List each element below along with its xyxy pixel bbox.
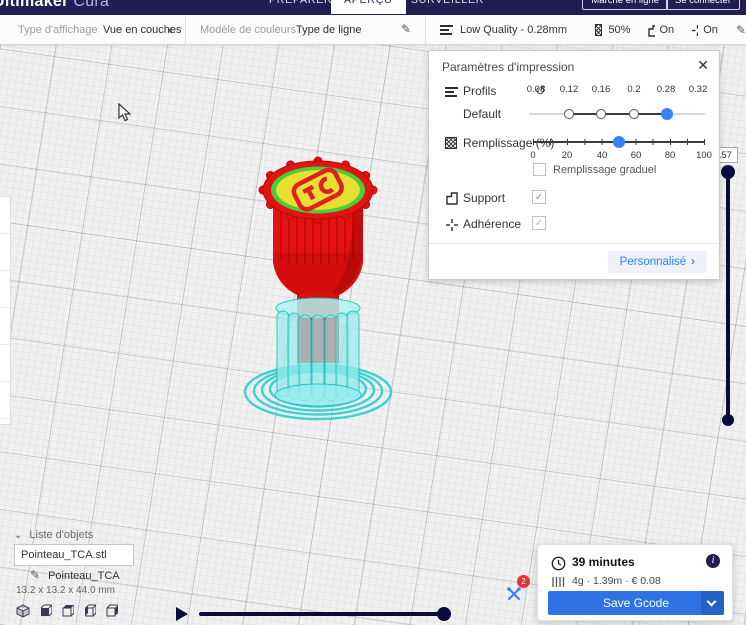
support-icon — [445, 191, 459, 205]
infill-tick: 60 — [624, 150, 648, 161]
chevron-down-icon — [707, 597, 717, 607]
tools-icon — [505, 585, 523, 603]
gradual-infill-checkbox[interactable] — [533, 163, 546, 176]
tab-monitor[interactable]: SURVEILLER — [398, 0, 497, 14]
profile-slider-active — [569, 113, 667, 115]
left-toolbar[interactable] — [0, 196, 11, 425]
infill-slider-handle[interactable] — [613, 136, 625, 148]
adhesion-summary: On — [703, 24, 718, 36]
info-icon[interactable]: i — [706, 554, 720, 568]
material-spool-icon — [551, 576, 566, 588]
adhesion-label: Adhérence — [463, 217, 521, 231]
clock-icon — [551, 556, 566, 571]
close-icon[interactable]: ✕ — [697, 57, 709, 74]
infill-tick: 40 — [590, 150, 614, 161]
profile-tick: 0.2 — [622, 84, 646, 95]
infill-summary: 50% — [608, 24, 630, 36]
view-3d-icon[interactable] — [16, 604, 30, 618]
profile-tick: 0.16 — [589, 84, 613, 95]
color-scheme-label: Modèle de couleurs — [200, 15, 296, 45]
quality-layers-icon — [445, 85, 458, 99]
cura-application: Ultimaker Cura PRÉPARER APERÇU SURVEILLE… — [0, 0, 746, 625]
infill-tick: 100 — [692, 150, 716, 161]
profile-tick: 0.08 — [524, 84, 548, 95]
view-front-icon[interactable] — [38, 604, 52, 618]
view-left-icon[interactable] — [82, 604, 96, 618]
adhesion-icon — [691, 24, 698, 37]
marketplace-button[interactable]: Marché en ligne — [582, 0, 668, 10]
panel-title: Paramètres d'impression — [442, 60, 574, 74]
profile-step-0.12[interactable] — [564, 109, 574, 119]
display-type-label: Type d'affichage — [18, 15, 98, 45]
adhesion-checkbox[interactable]: ✓ — [532, 216, 546, 230]
color-scheme-section[interactable]: Modèle de couleurs Type de ligne ✎ — [186, 15, 426, 45]
infill-icon — [595, 24, 602, 36]
edit-pencil-icon[interactable]: ✎ — [401, 15, 411, 44]
view-options-bar: Type d'affichage Vue en couches ‹ Modèle… — [0, 15, 746, 45]
notification-badge: 2 — [517, 575, 530, 588]
profile-slider-handle[interactable] — [661, 108, 673, 120]
material-usage: 4g · 1.39m · € 0.08 — [572, 575, 661, 587]
profile-tick: 0.28 — [654, 84, 678, 95]
view-top-icon[interactable] — [60, 604, 74, 618]
profile-name: Default — [463, 107, 501, 121]
save-options-chevron[interactable] — [701, 591, 724, 615]
timeline-slider-track[interactable] — [199, 612, 449, 616]
view-right-icon[interactable] — [104, 604, 118, 618]
profile-tick: 0.12 — [557, 84, 581, 95]
quality-layers-icon — [440, 23, 453, 37]
printer-tools-notification[interactable]: 2 — [505, 585, 523, 608]
gradual-infill-label: Remplissage graduel — [553, 164, 656, 176]
selected-object-row[interactable]: ✎Pointeau_TCA — [30, 568, 120, 582]
chevron-right-icon: › — [691, 256, 695, 268]
layer-slider-track[interactable] — [726, 168, 730, 424]
support-summary: On — [660, 24, 675, 36]
support-structure — [275, 298, 361, 406]
profile-tick: 0.32 — [686, 84, 710, 95]
timeline-slider-handle[interactable] — [437, 607, 451, 621]
display-type-section[interactable]: Type d'affichage Vue en couches ‹ — [0, 15, 186, 45]
sliced-model-preview[interactable] — [241, 145, 395, 450]
support-icon — [647, 24, 654, 37]
support-label: Support — [463, 191, 505, 205]
sign-in-button[interactable]: Se connecter — [666, 0, 740, 10]
support-checkbox[interactable]: ✓ — [532, 190, 546, 204]
layer-slider-top-handle[interactable] — [721, 165, 735, 179]
app-logo: Ultimaker Cura — [0, 0, 109, 11]
profile-step-0.16[interactable] — [596, 109, 606, 119]
quality-summary: Low Quality - 0.28mm — [460, 24, 567, 36]
title-bar: Ultimaker Cura PRÉPARER APERÇU SURVEILLE… — [0, 0, 746, 15]
infill-tick: 80 — [658, 150, 682, 161]
edit-settings-pencil-icon[interactable]: ✎ — [736, 23, 746, 37]
mouse-cursor — [118, 103, 131, 127]
camera-view-buttons — [16, 604, 118, 618]
play-icon[interactable] — [176, 607, 188, 621]
color-scheme-value[interactable]: Type de ligne — [296, 15, 361, 45]
infill-tick: 0 — [521, 150, 545, 161]
print-settings-panel: Paramètres d'impression ✕ Profils ↺ 0.08… — [428, 50, 720, 280]
object-list-item[interactable]: Pointeau_TCA.stl — [14, 544, 134, 566]
object-dimensions: 13.2 x 13.2 x 44.0 mm — [16, 585, 115, 596]
profiles-label: Profils — [463, 84, 496, 98]
object-list-header[interactable]: ⌄Liste d'objets — [14, 529, 93, 541]
infill-icon — [445, 137, 457, 149]
layer-slider-bottom-handle[interactable] — [722, 414, 734, 426]
print-job-output-panel: 39 minutes i 4g · 1.39m · € 0.08 Save Gc… — [537, 544, 733, 621]
save-gcode-button[interactable]: Save Gcode — [548, 591, 724, 615]
print-settings-summary[interactable]: Low Quality - 0.28mm 50% On On ✎ — [426, 15, 746, 45]
chevron-left-icon[interactable]: ‹ — [168, 15, 173, 44]
divider — [429, 243, 719, 244]
tab-preview[interactable]: APERÇU — [331, 0, 406, 14]
profile-step-0.2[interactable] — [629, 109, 639, 119]
chevron-down-icon: ⌄ — [14, 530, 22, 541]
infill-tick: 20 — [555, 150, 579, 161]
print-time: 39 minutes — [572, 555, 635, 569]
adhesion-icon — [445, 218, 459, 232]
rename-pencil-icon[interactable]: ✎ — [30, 568, 40, 582]
custom-settings-button[interactable]: Personnalisé› — [608, 251, 707, 273]
